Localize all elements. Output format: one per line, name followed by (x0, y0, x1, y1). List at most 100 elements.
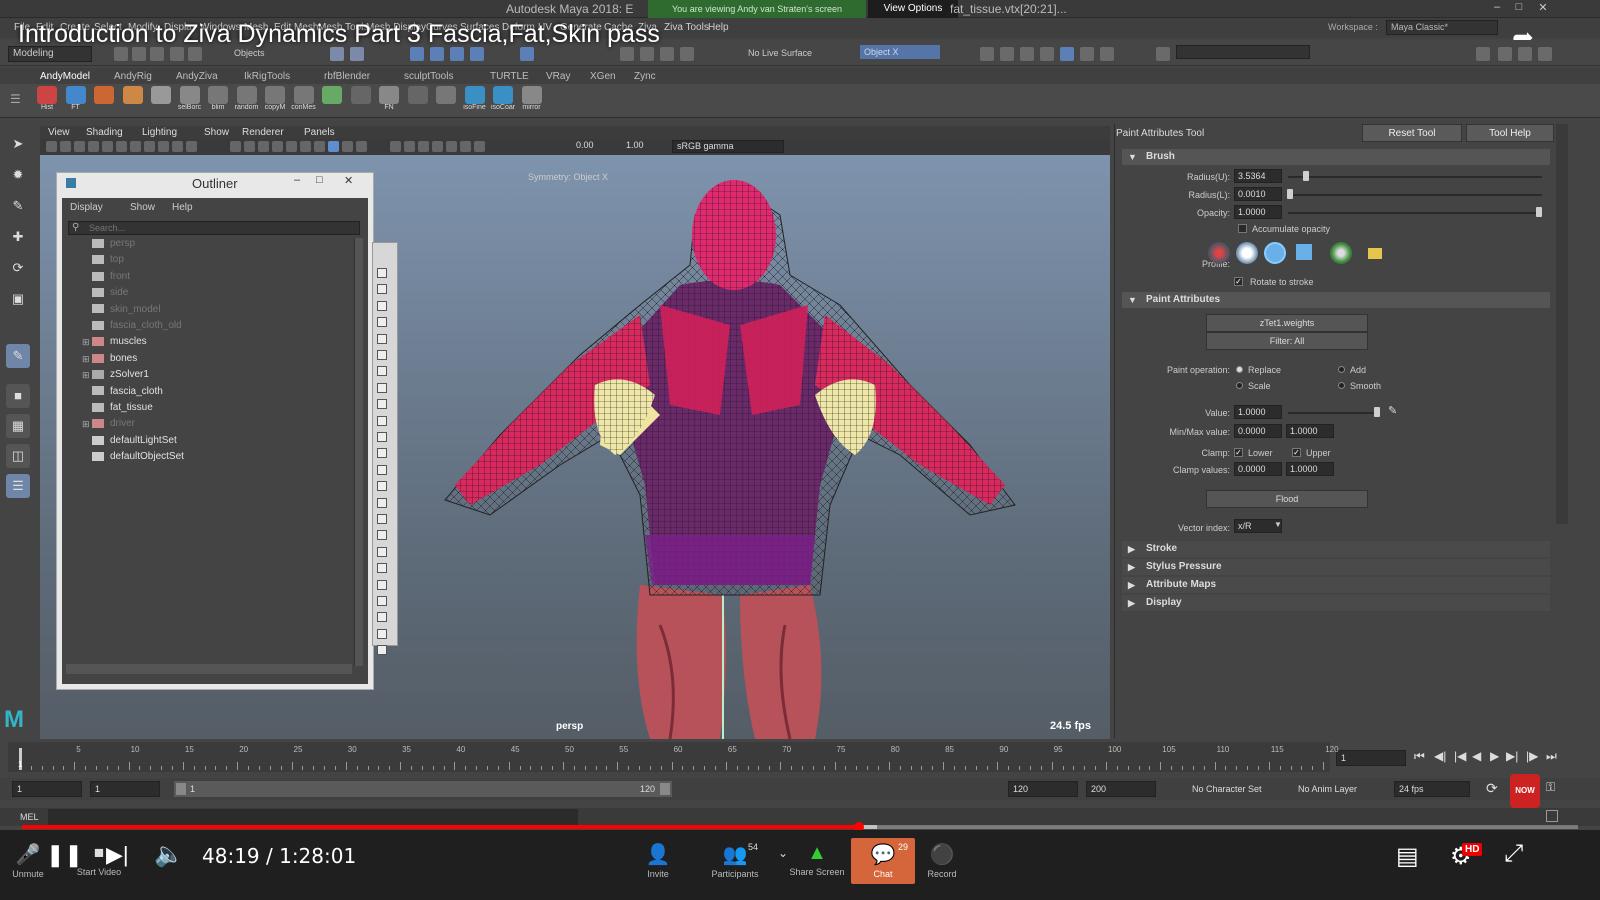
clamp-max-field[interactable]: 1.0000 (1286, 462, 1334, 476)
clamp-min-field[interactable]: 0.0000 (1234, 462, 1282, 476)
menu-help[interactable]: Help (708, 22, 729, 33)
panel-toolbar-icon-5[interactable] (102, 141, 113, 152)
replace-radio[interactable] (1236, 366, 1243, 373)
undo-icon[interactable] (170, 47, 184, 61)
clamp-lower-checkbox[interactable]: ✓ (1234, 448, 1243, 457)
panel-toolbar-icon-7[interactable] (130, 141, 141, 152)
invite-button[interactable]: 👤 Invite (634, 842, 682, 879)
play-forward-icon[interactable]: ▶ (1490, 749, 1499, 763)
open-scene-icon[interactable] (132, 47, 146, 61)
layer-visibility-checkbox[interactable] (377, 612, 387, 623)
max-value-field[interactable]: 1.0000 (1286, 424, 1334, 438)
panel-toolbar-icon-18[interactable] (314, 141, 325, 152)
shelf-button-blim[interactable]: blim (205, 86, 231, 114)
profile-image-icon[interactable] (1330, 242, 1352, 264)
flood-button[interactable]: Flood (1206, 490, 1368, 508)
video-progress-played[interactable] (22, 825, 860, 829)
paint-select-tool-icon[interactable]: ✎ (6, 194, 30, 218)
unmute-button[interactable]: 🎤 Unmute (6, 842, 50, 879)
opacity-slider-knob[interactable] (1536, 207, 1542, 217)
auto-key-icon[interactable]: ⚿ (1546, 780, 1555, 795)
expand-icon[interactable]: ⊞ (82, 370, 90, 381)
outliner-row-fascia-cloth-old[interactable]: fascia_cloth_old (92, 320, 182, 336)
opacity-slider[interactable] (1288, 212, 1542, 214)
side-tabs[interactable] (1556, 124, 1568, 524)
accumulate-opacity-checkbox[interactable] (1238, 224, 1247, 233)
symmetry-field[interactable]: Object X (860, 45, 940, 59)
layer-visibility-checkbox[interactable] (377, 464, 387, 475)
outliner-row-top[interactable]: top (92, 254, 124, 270)
outliner-row-zsolver1[interactable]: zSolver1 (92, 369, 149, 385)
hypershade-icon[interactable] (1040, 47, 1054, 61)
panel-toolbar-icon-1[interactable] (46, 141, 57, 152)
live-surface-label[interactable]: No Live Surface (748, 48, 812, 58)
panel-menu-lighting[interactable]: Lighting (142, 127, 177, 138)
two-view-icon[interactable]: ◫ (6, 444, 30, 468)
fps-select[interactable]: 24 fps (1394, 781, 1470, 797)
command-search[interactable] (1176, 45, 1310, 59)
add-radio[interactable] (1338, 366, 1345, 373)
render-settings-icon[interactable] (1020, 47, 1034, 61)
smooth-radio[interactable] (1338, 382, 1345, 389)
shelf-tab-ikrigtools[interactable]: IkRigTools (244, 71, 290, 82)
tool-help-button[interactable]: Tool Help (1466, 124, 1554, 142)
paint-attribute-button[interactable]: zTet1.weights (1206, 314, 1368, 332)
move-tool-icon[interactable]: ✚ (6, 225, 30, 249)
shelf-button-tool-12[interactable] (348, 86, 374, 114)
layer-visibility-checkbox[interactable] (377, 268, 387, 278)
layer-visibility-checkbox[interactable] (377, 481, 387, 492)
panel-toolbar-icon-9[interactable] (158, 141, 169, 152)
outliner-row-skin-model[interactable]: skin_model (92, 304, 161, 320)
layer-visibility-checkbox[interactable] (377, 628, 387, 639)
color-space-select[interactable]: sRGB gamma (672, 140, 784, 153)
section-display[interactable]: ▶ Display (1122, 595, 1550, 611)
shelf-tab-vray[interactable]: VRay (546, 71, 570, 82)
reset-tool-button[interactable]: Reset Tool (1362, 124, 1462, 142)
step-back-key-icon[interactable]: ◀| (1434, 749, 1446, 763)
outliner-layout-icon[interactable]: ☰ (6, 474, 30, 498)
shelf-tab-andyziva[interactable]: AndyZiva (176, 71, 218, 82)
panel-toolbar-icon-12[interactable] (230, 141, 241, 152)
snap-plane-icon[interactable] (660, 47, 674, 61)
layer-visibility-checkbox[interactable] (377, 333, 387, 344)
section-stylus-pressure[interactable]: ▶ Stylus Pressure (1122, 559, 1550, 575)
single-view-icon[interactable]: ■ (6, 384, 30, 408)
shelf-button-isocoar[interactable]: isoCoar (490, 86, 516, 114)
panel-toolbar-icon-24[interactable] (418, 141, 429, 152)
tool-settings-icon[interactable] (1518, 47, 1532, 61)
subtitles-icon[interactable]: ▤ (1396, 842, 1419, 871)
panel-toolbar-icon-22[interactable] (390, 141, 401, 152)
expand-icon[interactable]: ⊞ (82, 419, 90, 430)
clamp-upper-checkbox[interactable]: ✓ (1292, 448, 1301, 457)
panel-menu-shading[interactable]: Shading (86, 127, 123, 138)
shelf-tab-andymodel[interactable]: AndyModel (40, 71, 90, 82)
panel-toolbar-icon-27[interactable] (460, 141, 471, 152)
layer-visibility-checkbox[interactable] (377, 382, 387, 393)
select-hierarchy-icon[interactable] (330, 47, 344, 61)
character-set-select[interactable]: No Character Set (1192, 781, 1262, 797)
shelf-tab-xgen[interactable]: XGen (590, 71, 616, 82)
lasso-tool-icon[interactable]: ✹ (6, 163, 30, 187)
rotate-to-stroke-checkbox[interactable]: ✓ (1234, 277, 1243, 286)
view-options-button[interactable]: View Options (868, 0, 958, 18)
snap-point-icon[interactable] (640, 47, 654, 61)
section-stroke[interactable]: ▶ Stroke (1122, 541, 1550, 557)
playback-start-field[interactable]: 1 (90, 781, 160, 797)
select-tool-icon[interactable]: ➤ (6, 132, 30, 156)
layer-visibility-checkbox[interactable] (377, 415, 387, 426)
mel-label[interactable]: MEL (20, 812, 39, 822)
redo-icon[interactable] (188, 47, 202, 61)
profile-soft-icon[interactable] (1236, 242, 1258, 264)
outliner-menu-display[interactable]: Display (70, 202, 103, 213)
outliner-row-front[interactable]: front (92, 271, 130, 287)
time-slider[interactable] (8, 742, 1330, 772)
radius-u-slider-knob[interactable] (1303, 171, 1309, 181)
outliner-close-icon[interactable]: ✕ (344, 174, 353, 187)
new-scene-icon[interactable] (114, 47, 128, 61)
next-icon[interactable]: ▶| (106, 842, 129, 868)
radius-u-slider[interactable] (1288, 176, 1542, 178)
step-forward-frame-icon[interactable]: ▶| (1506, 749, 1518, 763)
workspace-select[interactable]: Maya Classic* (1386, 20, 1498, 35)
participants-button[interactable]: 👥 Participants (700, 842, 770, 879)
layer-visibility-checkbox[interactable] (377, 317, 387, 328)
